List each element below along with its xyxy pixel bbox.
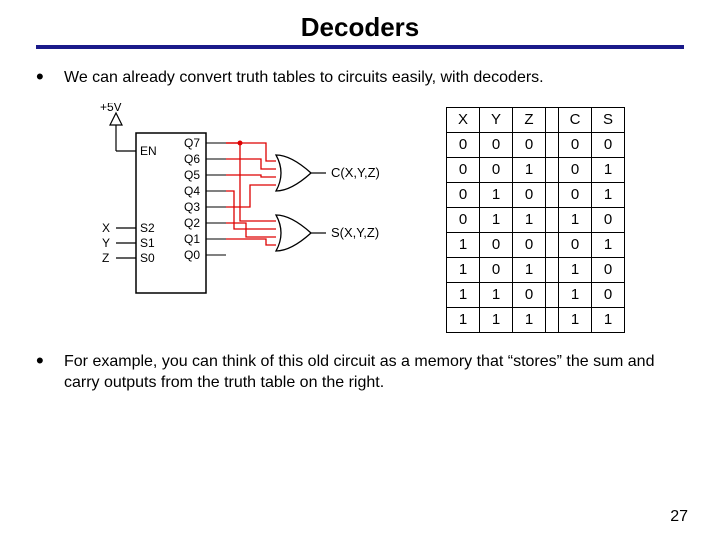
bullet-2-text: For example, you can think of this old c… xyxy=(64,351,684,394)
gate-s-label: S(X,Y,Z) xyxy=(331,225,379,240)
out-q5: Q5 xyxy=(184,168,200,182)
select-s2: S2 xyxy=(140,221,155,235)
input-y: Y xyxy=(102,236,110,250)
bullet-dot-icon: • xyxy=(36,67,64,87)
out-q2: Q2 xyxy=(184,216,200,230)
table-row: 01001 xyxy=(447,182,625,207)
slide-title: Decoders xyxy=(36,12,684,45)
th-gap xyxy=(546,107,559,132)
out-q3: Q3 xyxy=(184,200,200,214)
content-row: +5V EN X Y Z S2 S1 S0 Q7 Q6 Q5 Q4 Q3 Q2 … xyxy=(66,103,684,333)
bullet-1-text: We can already convert truth tables to c… xyxy=(64,67,684,89)
truth-table: X Y Z C S 00000 00101 01001 01110 10001 … xyxy=(446,107,625,333)
th-y: Y xyxy=(480,107,513,132)
out-q1: Q1 xyxy=(184,232,200,246)
title-rule xyxy=(36,45,684,49)
page-number: 27 xyxy=(670,508,688,526)
select-s0: S0 xyxy=(140,251,155,265)
th-x: X xyxy=(447,107,480,132)
out-q6: Q6 xyxy=(184,152,200,166)
th-z: Z xyxy=(513,107,546,132)
table-row: 01110 xyxy=(447,207,625,232)
table-row: 00101 xyxy=(447,157,625,182)
input-z: Z xyxy=(102,251,109,265)
bullet-dot-icon: • xyxy=(36,351,64,371)
table-row: 10001 xyxy=(447,232,625,257)
enable-label: EN xyxy=(140,144,157,158)
vcc-label: +5V xyxy=(100,103,122,114)
out-q7: Q7 xyxy=(184,136,200,150)
decoder-circuit-diagram: +5V EN X Y Z S2 S1 S0 Q7 Q6 Q5 Q4 Q3 Q2 … xyxy=(66,103,406,323)
select-s1: S1 xyxy=(140,236,155,250)
table-row: 10110 xyxy=(447,257,625,282)
table-row: 00000 xyxy=(447,132,625,157)
table-row: 11111 xyxy=(447,307,625,332)
bullet-1: • We can already convert truth tables to… xyxy=(36,67,684,89)
slide: Decoders • We can already convert truth … xyxy=(0,0,720,540)
gate-c-label: C(X,Y,Z) xyxy=(331,165,380,180)
bullet-2: • For example, you can think of this old… xyxy=(36,351,684,394)
truth-header-row: X Y Z C S xyxy=(447,107,625,132)
table-row: 11010 xyxy=(447,282,625,307)
input-x: X xyxy=(102,221,110,235)
out-q4: Q4 xyxy=(184,184,200,198)
th-c: C xyxy=(559,107,592,132)
out-q0: Q0 xyxy=(184,248,200,262)
th-s: S xyxy=(592,107,625,132)
